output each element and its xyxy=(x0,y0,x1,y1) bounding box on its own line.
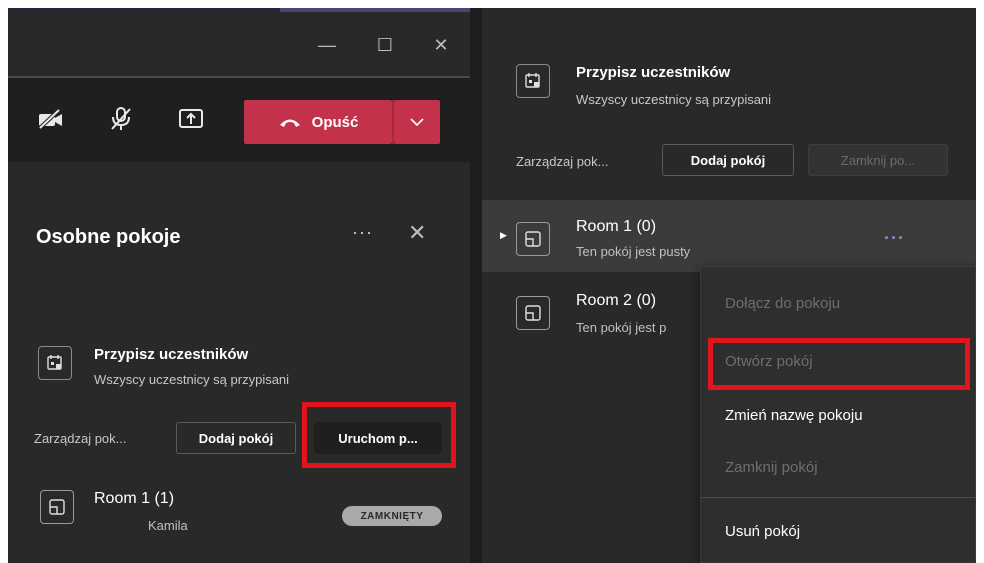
assign-participants-icon[interactable] xyxy=(516,64,550,98)
assign-participants-title[interactable]: Przypisz uczestników xyxy=(94,346,248,363)
room-context-menu: Dołącz do pokoju Otwórz pokój Zmień nazw… xyxy=(700,266,976,563)
menu-item-close-room[interactable]: Zamknij pokój xyxy=(725,459,818,476)
panel-divider xyxy=(470,8,482,563)
menu-item-rename-room[interactable]: Zmień nazwę pokoju xyxy=(725,407,863,424)
chevron-down-icon xyxy=(410,118,424,126)
room-1-participant: Kamila xyxy=(148,518,188,533)
menu-item-delete-room[interactable]: Usuń pokój xyxy=(725,523,800,540)
room-more-options-icon[interactable]: ··· xyxy=(884,228,905,249)
assign-participants-subtitle: Wszyscy uczestnicy są przypisani xyxy=(94,372,290,387)
room-1-name[interactable]: Room 1 (1) xyxy=(94,490,174,508)
breakout-rooms-title: Osobne pokoje xyxy=(36,226,181,248)
room-2-status: Ten pokój jest p xyxy=(576,320,667,335)
camera-off-icon[interactable] xyxy=(34,102,68,136)
menu-divider xyxy=(701,497,976,498)
menu-item-join-room[interactable]: Dołącz do pokoju xyxy=(725,295,840,312)
title-bar: — ☐ ✕ xyxy=(8,12,470,74)
room-1-status: Ten pokój jest pusty xyxy=(576,244,691,259)
assign-participants-title[interactable]: Przypisz uczestników xyxy=(576,64,730,81)
right-rooms-panel: Przypisz uczestników Wszyscy uczestnicy … xyxy=(482,8,976,563)
manage-rooms-label: Zarządzaj pok... xyxy=(516,154,609,169)
manage-rooms-label: Zarządzaj pok... xyxy=(34,431,127,446)
assign-participants-icon[interactable] xyxy=(38,346,72,380)
status-badge: ZAMKNIĘTY xyxy=(342,506,442,526)
room-2-name[interactable]: Room 2 (0) xyxy=(576,292,656,310)
hang-up-icon xyxy=(279,119,300,127)
meeting-toolbar: Opuść xyxy=(8,78,470,162)
room-1-name[interactable]: Room 1 (0) xyxy=(576,218,656,236)
leave-options-button[interactable] xyxy=(394,100,440,144)
leave-label: Opuść xyxy=(311,113,359,131)
close-rooms-button[interactable]: Zamknij po... xyxy=(808,144,948,176)
expand-caret-icon[interactable]: ▶ xyxy=(500,230,507,241)
assign-participants-subtitle: Wszyscy uczestnicy są przypisani xyxy=(576,92,772,107)
highlight-box-open-room xyxy=(708,338,970,390)
add-room-button[interactable]: Dodaj pokój xyxy=(662,144,794,176)
maximize-button[interactable]: ☐ xyxy=(370,30,400,60)
minimize-button[interactable]: — xyxy=(312,30,342,60)
room-icon xyxy=(40,490,74,524)
room-icon xyxy=(516,222,550,256)
close-panel-icon[interactable]: ✕ xyxy=(408,220,426,246)
room-icon xyxy=(516,296,550,330)
more-options-icon[interactable]: ··· xyxy=(352,222,373,243)
highlight-box-start xyxy=(302,402,456,468)
mic-off-icon[interactable] xyxy=(104,102,138,136)
leave-button[interactable]: Opuść xyxy=(244,100,392,144)
left-meeting-panel: — ☐ ✕ Opuść Osobne pokoje ··· ✕ Przypisz… xyxy=(8,8,470,563)
share-screen-icon[interactable] xyxy=(174,102,208,136)
close-window-button[interactable]: ✕ xyxy=(426,30,456,60)
add-room-button[interactable]: Dodaj pokój xyxy=(176,422,296,454)
